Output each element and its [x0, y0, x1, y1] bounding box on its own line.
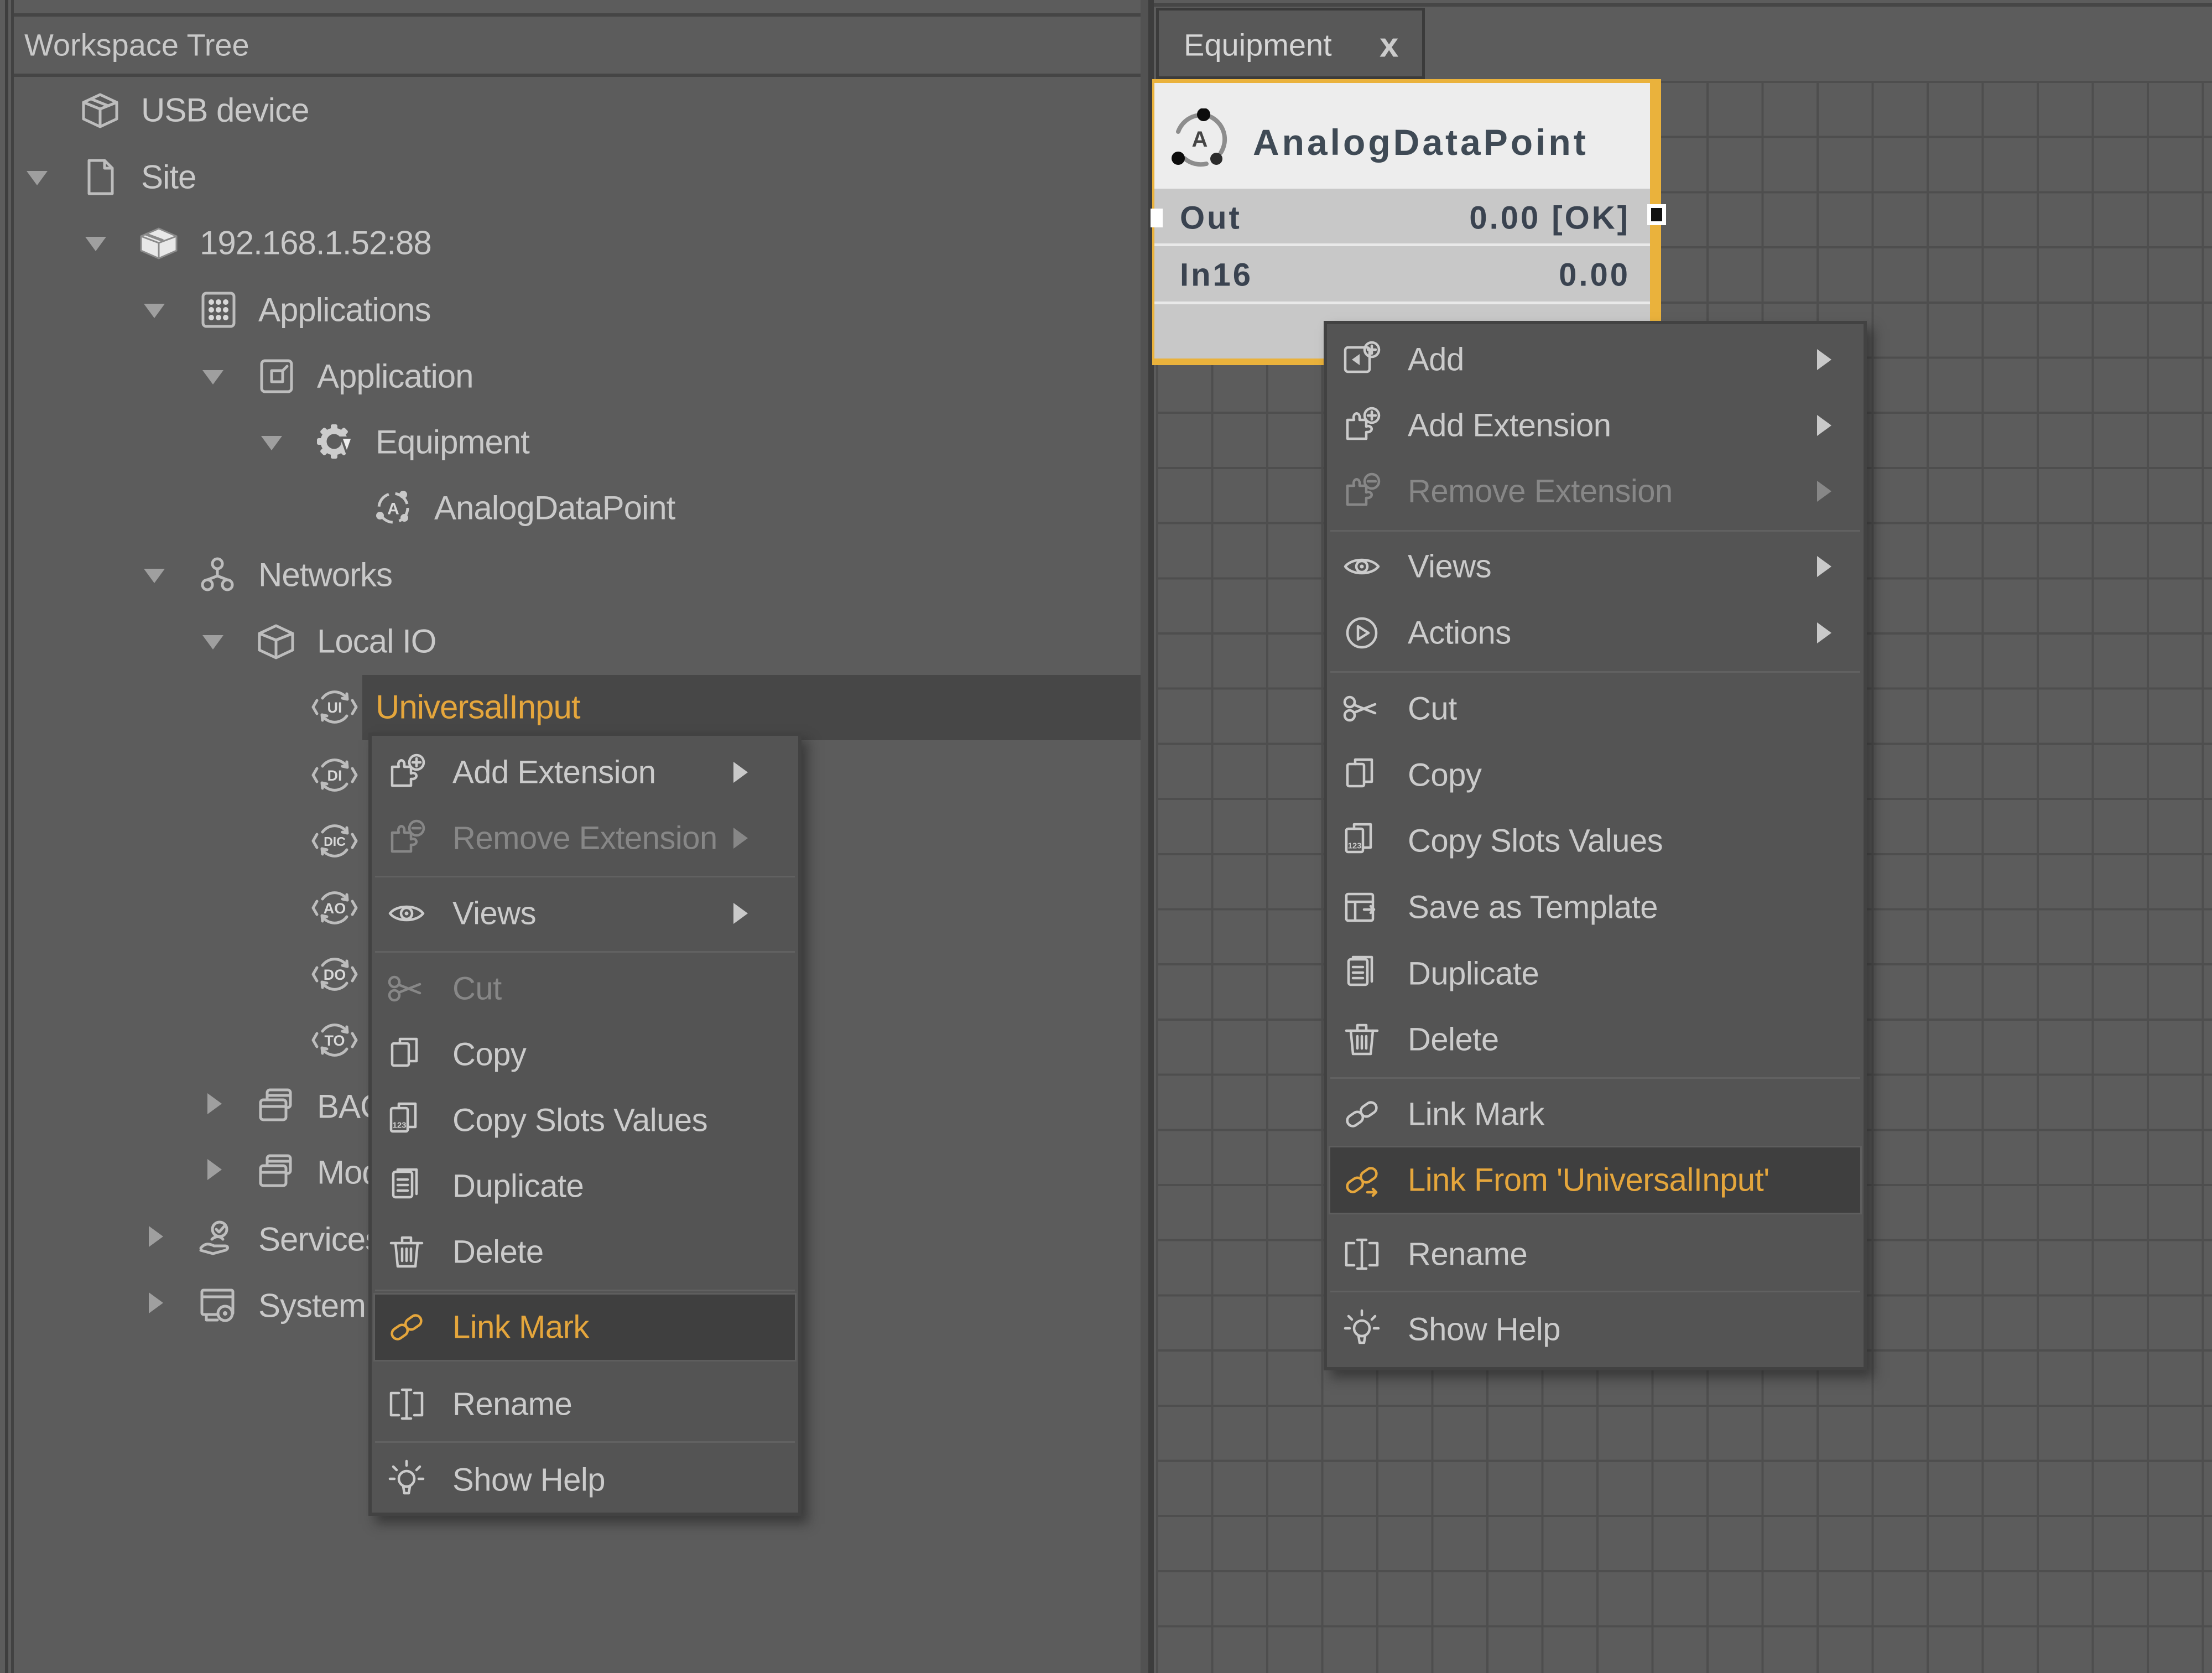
svg-text:UI: UI: [327, 699, 342, 716]
svg-text:DI: DI: [327, 767, 342, 784]
svg-text:123: 123: [1347, 841, 1361, 851]
svg-text:A: A: [387, 500, 399, 518]
svg-text:AO: AO: [324, 900, 346, 917]
svg-text:123: 123: [392, 1121, 406, 1130]
svg-text:TO: TO: [324, 1032, 345, 1049]
svg-text:DIC: DIC: [324, 834, 346, 849]
svg-text:A: A: [1192, 127, 1208, 152]
svg-text:DO: DO: [324, 967, 346, 983]
